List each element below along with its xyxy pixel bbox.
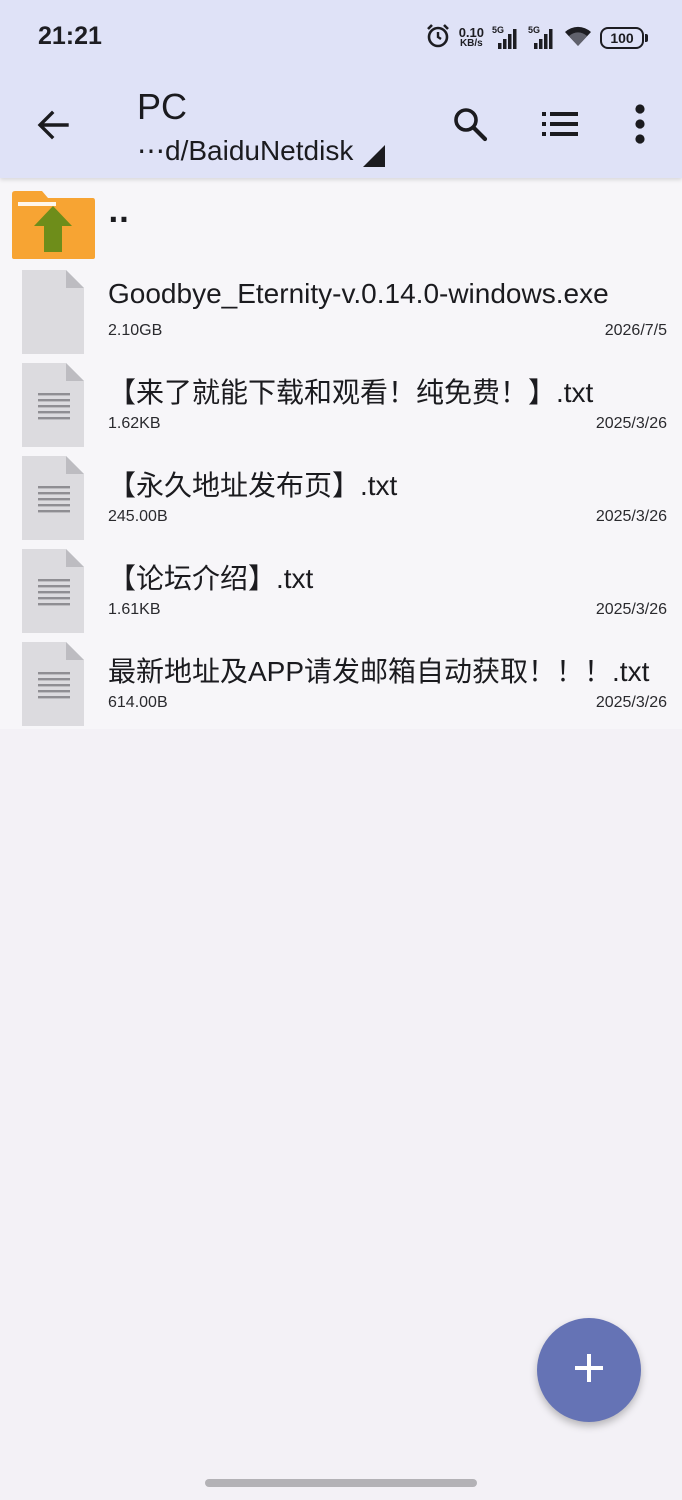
more-vertical-icon [633,104,647,148]
arrow-left-icon [36,108,70,146]
file-date: 2025/3/26 [595,415,667,432]
home-indicator[interactable] [205,1479,477,1487]
file-size: 245.00B [108,508,168,525]
status-icons: 0.10 KB/s 5G 5G 100 [425,23,648,53]
list-item[interactable]: 【论坛介绍】.txt 1.61KB 2025/3/26 [0,543,682,636]
app-bar: PC ⋯d/BaiduNetdisk [0,76,682,178]
net-speed-unit: KB/s [459,38,483,49]
file-name: 最新地址及APP请发邮箱自动获取！！！.txt [108,656,650,687]
net-speed: 0.10 KB/s [458,25,484,49]
list-view-icon [542,111,578,141]
file-date: 2025/3/26 [595,694,667,711]
path-selector[interactable]: ⋯d/BaiduNetdisk [137,134,386,167]
status-time: 21:21 [38,22,102,50]
wifi-icon [564,24,592,52]
net-speed-value: 0.10 [458,25,484,40]
file-list: .. Goodbye_Eternity-v.0.14.0-windows.exe… [0,178,682,729]
list-item[interactable]: 【永久地址发布页】.txt 245.00B 2025/3/26 [0,450,682,543]
view-mode-button[interactable] [532,98,588,154]
back-button[interactable] [26,100,80,154]
header: 21:21 0.10 KB/s 5G 5G 100 PC ⋯d/BaiduNet… [0,0,682,178]
plus-icon [574,1353,604,1387]
file-name: 【永久地址发布页】.txt [108,470,398,501]
parent-folder-row[interactable]: .. [0,178,682,264]
file-name: 【来了就能下载和观看！纯免费！】.txt [108,377,594,408]
file-date: 2026/7/5 [604,322,667,339]
file-size: 1.62KB [108,415,161,432]
file-date: 2025/3/26 [595,601,667,618]
parent-folder-label: .. [108,196,130,229]
alarm-icon [425,23,451,53]
file-name: Goodbye_Eternity-v.0.14.0-windows.exe [108,278,609,309]
file-date: 2025/3/26 [595,508,667,525]
file-name: 【论坛介绍】.txt [108,563,314,594]
more-options-button[interactable] [612,98,668,154]
battery-indicator: 100 [600,27,648,49]
text-file-icon [22,456,84,540]
file-size: 1.61KB [108,601,161,618]
text-file-icon [22,363,84,447]
text-file-icon [22,549,84,633]
list-item[interactable]: 最新地址及APP请发邮箱自动获取！！！.txt 614.00B 2025/3/2… [0,636,682,729]
text-file-icon [22,642,84,726]
page-title: PC [137,86,188,127]
signal-2-icon: 5G [528,25,556,51]
search-button[interactable] [442,98,498,154]
list-item[interactable]: 【来了就能下载和观看！纯免费！】.txt 1.62KB 2025/3/26 [0,357,682,450]
list-item[interactable]: Goodbye_Eternity-v.0.14.0-windows.exe 2.… [0,264,682,357]
file-size: 614.00B [108,694,168,711]
signal-1-icon: 5G [492,25,520,51]
file-size: 2.10GB [108,322,163,339]
file-manager-screen: 21:21 0.10 KB/s 5G 5G 100 PC ⋯d/BaiduNet… [0,0,682,1500]
search-icon [452,106,488,146]
status-bar: 21:21 0.10 KB/s 5G 5G 100 [0,0,682,76]
folder-up-icon [10,190,96,260]
current-path: ⋯d/BaiduNetdisk [137,135,354,166]
dropdown-triangle-icon [363,145,386,167]
generic-file-icon [22,270,84,354]
add-button[interactable] [537,1318,641,1422]
